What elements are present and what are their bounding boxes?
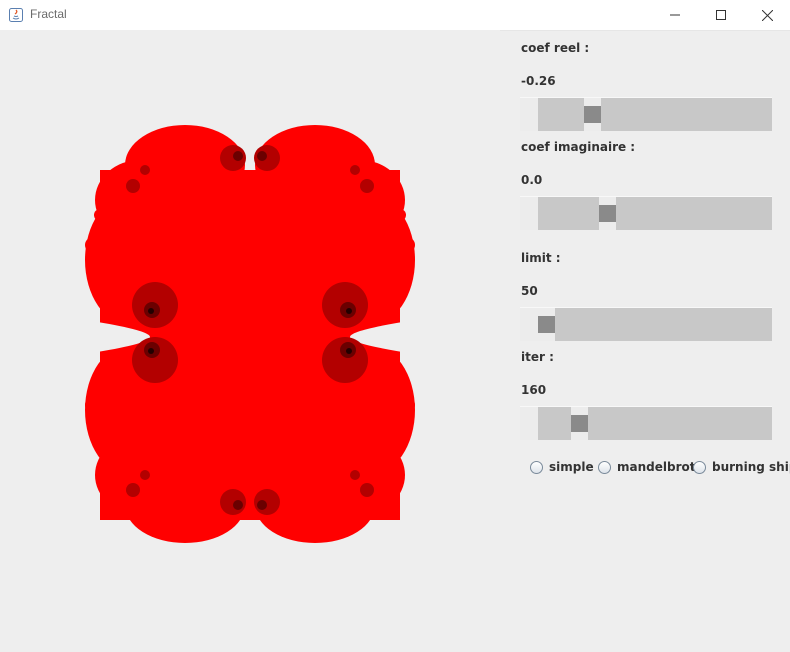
limit-slider[interactable] xyxy=(520,307,772,341)
iter-value: 160 xyxy=(521,383,547,397)
radio-burning-ship[interactable]: burning ship xyxy=(693,460,790,474)
control-panel: coef reel : -0.26 coef imaginaire : 0.0 … xyxy=(505,30,790,650)
close-icon xyxy=(761,9,773,21)
maximize-button[interactable] xyxy=(698,0,744,30)
slider-track xyxy=(538,98,772,131)
minimize-icon xyxy=(670,14,680,16)
limit-value: 50 xyxy=(521,284,538,298)
slider-thumb[interactable] xyxy=(571,415,588,432)
radio-circle-icon[interactable] xyxy=(598,460,611,474)
coef-imaginaire-value: 0.0 xyxy=(521,173,543,187)
slider-thumb[interactable] xyxy=(584,106,601,123)
radio-mandelbrot-label: mandelbrot xyxy=(617,460,696,474)
radio-mandelbrot[interactable]: mandelbrot xyxy=(598,460,695,474)
maximize-icon xyxy=(716,10,726,20)
radio-burning-ship-label: burning ship xyxy=(712,460,790,474)
radio-simple[interactable]: simple xyxy=(530,460,594,474)
slider-thumb[interactable] xyxy=(538,316,555,333)
window-title: Fractal xyxy=(30,7,67,21)
fractal-canvas[interactable] xyxy=(0,30,500,650)
iter-slider[interactable] xyxy=(520,406,772,440)
radio-simple-label: simple xyxy=(549,460,594,474)
title-bar: Fractal xyxy=(0,0,790,31)
coef-reel-value: -0.26 xyxy=(521,74,556,88)
coef-imaginaire-label: coef imaginaire : xyxy=(521,140,636,154)
coef-reel-label: coef reel : xyxy=(521,41,590,55)
coef-imaginaire-slider[interactable] xyxy=(520,196,772,230)
coef-reel-slider[interactable] xyxy=(520,97,772,131)
iter-label: iter : xyxy=(521,350,554,364)
slider-track xyxy=(538,308,772,341)
radio-circle-icon[interactable] xyxy=(530,460,543,474)
fractal-image xyxy=(85,120,415,560)
slider-thumb[interactable] xyxy=(599,205,616,222)
radio-circle-icon[interactable] xyxy=(693,460,706,474)
close-button[interactable] xyxy=(744,0,790,30)
limit-label: limit : xyxy=(521,251,561,265)
minimize-button[interactable] xyxy=(652,0,698,30)
java-app-icon xyxy=(8,7,24,23)
slider-track xyxy=(538,197,772,230)
